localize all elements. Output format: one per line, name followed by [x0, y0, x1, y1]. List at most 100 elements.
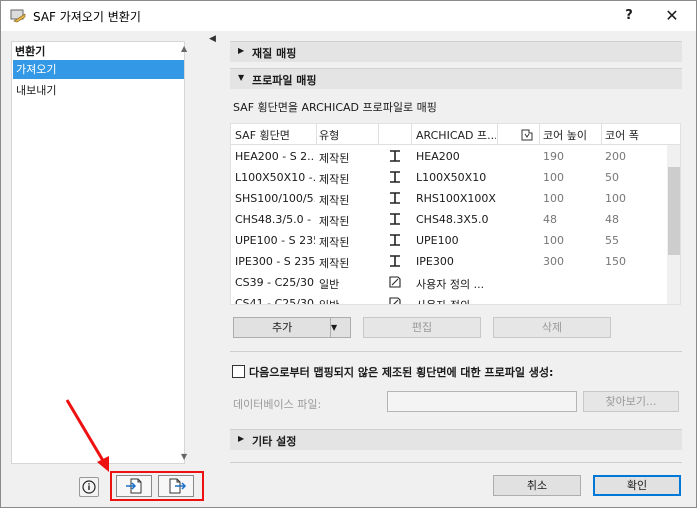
- cell-core-width: 55: [605, 234, 619, 247]
- table-row[interactable]: CS39 - C25/30 일반 사용자 정의 ...: [231, 272, 667, 293]
- cell-core-width: 150: [605, 255, 626, 268]
- browse-button[interactable]: 찾아보기...: [583, 391, 679, 412]
- dialog-window: SAF 가져오기 변환기 ? ✕ 변환기 가져오기 내보내기 ▲ ▼ ◀ ▶ 재…: [0, 0, 697, 508]
- i-beam-profile-icon: [390, 234, 400, 246]
- import-file-icon: [126, 478, 142, 494]
- cell-archicad-profile: 사용자 정의 ...: [416, 297, 496, 304]
- custom-profile-icon: [389, 297, 401, 304]
- table-scrollbar[interactable]: [667, 145, 680, 304]
- info-icon: [82, 480, 96, 494]
- translator-list-header: 변환기: [15, 45, 46, 58]
- column-header-core-width[interactable]: 코어 폭: [605, 127, 665, 143]
- cell-core-height: 100: [543, 234, 564, 247]
- section-other-settings[interactable]: ▶ 기타 설정: [230, 429, 682, 450]
- cell-core-height: 48: [543, 213, 557, 226]
- sidebar-item-import[interactable]: 가져오기: [13, 60, 184, 79]
- expand-arrow-icon: ▶: [238, 434, 245, 443]
- section-label: 재질 매핑: [252, 47, 297, 60]
- export-translator-button[interactable]: [158, 475, 194, 497]
- cell-archicad-profile: HEA200: [416, 150, 460, 163]
- section-label: 기타 설정: [252, 435, 297, 448]
- cell-archicad-profile: L100X50X10: [416, 171, 487, 184]
- cancel-button[interactable]: 취소: [493, 475, 581, 496]
- cell-type: 제작된: [319, 257, 350, 270]
- annotation-arrow: [65, 399, 109, 472]
- app-icon: [10, 9, 26, 23]
- ok-button[interactable]: 확인: [593, 475, 681, 496]
- column-header-saf[interactable]: SAF 횡단면: [235, 127, 315, 143]
- profile-mapping-subtitle: SAF 횡단면을 ARCHICAD 프로파일로 매핑: [233, 101, 437, 114]
- cell-saf-section: CS41 - C25/30: [235, 297, 315, 305]
- sidebar-item-export[interactable]: 내보내기: [13, 81, 184, 100]
- chevron-down-icon[interactable]: ▼: [330, 318, 350, 337]
- cell-saf-section: CS39 - C25/30: [235, 276, 315, 289]
- table-row[interactable]: SHS100/100/5... 제작된 RHS100X100X5 100 100: [231, 188, 667, 209]
- cell-core-width: 50: [605, 171, 619, 184]
- edit-button[interactable]: 편집: [363, 317, 481, 338]
- table-row[interactable]: IPE300 - S 235 제작된 IPE300 300 150: [231, 251, 667, 272]
- cell-core-width: 200: [605, 150, 626, 163]
- table-row[interactable]: CS41 - C25/30 일반 사용자 정의 ...: [231, 293, 667, 305]
- generate-profiles-label: 다음으로부터 맵핑되지 않은 제조된 횡단면에 대한 프로파일 생성:: [249, 366, 554, 379]
- cell-core-height: 100: [543, 192, 564, 205]
- cell-type: 제작된: [319, 215, 350, 228]
- cell-archicad-profile: CHS48.3X5.0: [416, 213, 489, 226]
- table-row[interactable]: HEA200 - S 2... 제작된 HEA200 190 200: [231, 146, 667, 167]
- cell-saf-section: CHS48.3/5.0 - ...: [235, 213, 315, 226]
- section-material-mapping[interactable]: ▶ 재질 매핑: [230, 41, 682, 62]
- cell-saf-section: L100X50X10 -...: [235, 171, 315, 184]
- table-row[interactable]: UPE100 - S 235 제작된 UPE100 100 55: [231, 230, 667, 251]
- divider: [230, 462, 682, 463]
- cell-type: 제작된: [319, 194, 350, 207]
- cell-type: 제작된: [319, 173, 350, 186]
- help-button[interactable]: ?: [618, 5, 640, 27]
- i-beam-profile-icon: [390, 213, 400, 225]
- scrollbar-thumb[interactable]: [668, 167, 680, 255]
- cell-type: 제작된: [319, 236, 350, 249]
- scroll-down-icon[interactable]: ▼: [181, 452, 187, 461]
- cell-saf-section: IPE300 - S 235: [235, 255, 315, 268]
- scroll-up-icon[interactable]: ▲: [181, 44, 187, 53]
- title-bar: SAF 가져오기 변환기 ? ✕: [1, 1, 696, 31]
- collapse-sidebar-icon[interactable]: ◀: [209, 34, 216, 44]
- column-header-archicad[interactable]: ARCHICAD 프...: [416, 127, 496, 143]
- cell-archicad-profile: IPE300: [416, 255, 454, 268]
- cell-archicad-profile: 사용자 정의 ...: [416, 278, 485, 291]
- section-profile-mapping[interactable]: ▼ 프로파일 매핑: [230, 68, 682, 89]
- add-button-label: 추가: [272, 321, 293, 334]
- expand-arrow-icon: ▶: [238, 46, 245, 55]
- cell-type: 일반: [319, 278, 340, 291]
- import-translator-button[interactable]: [116, 475, 152, 497]
- divider: [230, 351, 682, 352]
- cell-saf-section: SHS100/100/5...: [235, 192, 315, 205]
- i-beam-profile-icon: [390, 171, 400, 183]
- export-file-icon: [169, 478, 187, 494]
- table-header: SAF 횡단면 유형 ARCHICAD 프... 코어 높이 코어 폭: [231, 124, 680, 145]
- cell-saf-section: UPE100 - S 235: [235, 234, 315, 247]
- cell-core-height: 190: [543, 150, 564, 163]
- collapse-arrow-icon: ▼: [238, 73, 245, 82]
- generate-profiles-checkbox[interactable]: [232, 365, 245, 378]
- database-file-input[interactable]: [387, 391, 577, 412]
- table-row[interactable]: CHS48.3/5.0 - ... 제작된 CHS48.3X5.0 48 48: [231, 209, 667, 230]
- close-button[interactable]: ✕: [657, 5, 687, 27]
- i-beam-profile-icon: [390, 150, 400, 162]
- cell-core-height: 100: [543, 171, 564, 184]
- cell-type: 제작된: [319, 152, 350, 165]
- cell-core-width: 100: [605, 192, 626, 205]
- column-header-core-height[interactable]: 코어 높이: [543, 127, 603, 143]
- cell-archicad-profile: RHS100X100X5: [416, 192, 496, 205]
- i-beam-profile-icon: [390, 255, 400, 267]
- cell-saf-section: HEA200 - S 2...: [235, 150, 315, 163]
- database-file-label: 데이터베이스 파일:: [233, 398, 322, 411]
- delete-button[interactable]: 삭제: [493, 317, 611, 338]
- info-button[interactable]: [79, 477, 99, 497]
- table-row[interactable]: L100X50X10 -... 제작된 L100X50X10 100 50: [231, 167, 667, 188]
- column-header-type[interactable]: 유형: [319, 127, 379, 143]
- add-button[interactable]: 추가 ▼: [233, 317, 351, 338]
- window-title: SAF 가져오기 변환기: [33, 10, 141, 24]
- cell-core-height: 300: [543, 255, 564, 268]
- profile-shape-header-icon: [521, 129, 533, 141]
- custom-profile-icon: [389, 276, 401, 288]
- cell-type: 일반: [319, 297, 377, 304]
